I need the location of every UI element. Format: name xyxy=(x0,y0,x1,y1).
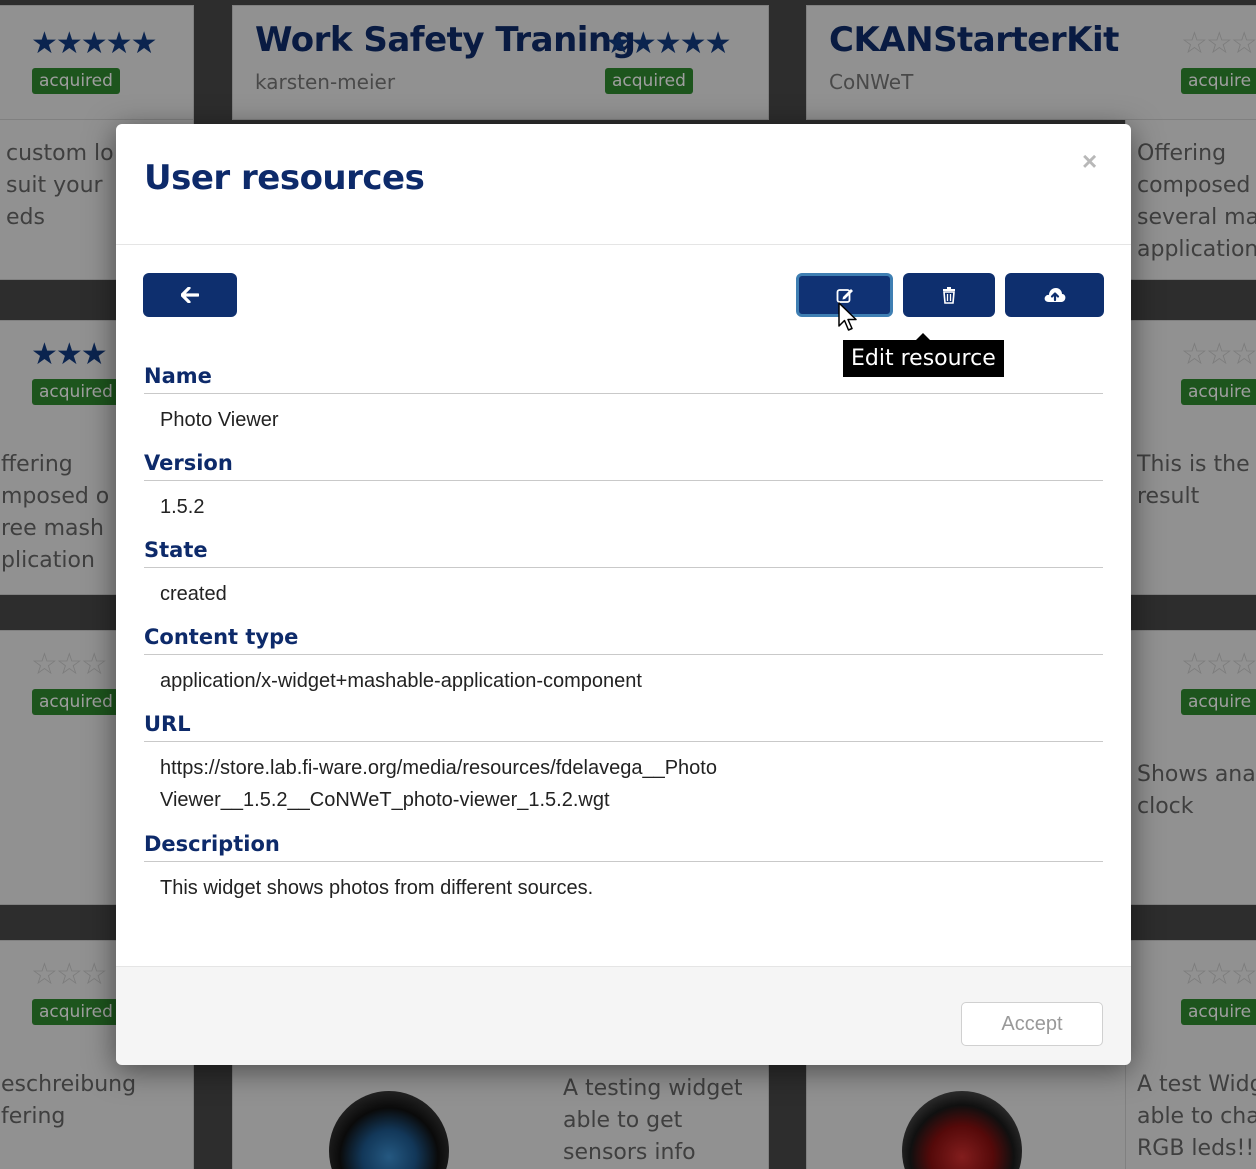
field-value-state: created xyxy=(160,583,227,605)
field-value-description: This widget shows photos from different … xyxy=(160,877,594,899)
user-resources-modal: User resources × Name Photo Viewer Versi… xyxy=(116,124,1131,1065)
arrow-left-icon xyxy=(181,287,199,303)
delete-resource-button[interactable] xyxy=(903,273,995,317)
modal-title: User resources xyxy=(144,158,425,198)
trash-icon xyxy=(943,286,955,304)
field-label-url: URL xyxy=(144,712,1103,742)
accept-button[interactable]: Accept xyxy=(961,1002,1103,1046)
field-label-description: Description xyxy=(144,832,1103,862)
field-value-name: Photo Viewer xyxy=(160,409,279,431)
field-value-url: https://store.lab.fi-ware.org/media/reso… xyxy=(160,757,717,811)
field-label-content-type: Content type xyxy=(144,625,1103,655)
mouse-cursor-icon xyxy=(838,302,857,331)
field-value-version: 1.5.2 xyxy=(160,496,205,518)
field-label-state: State xyxy=(144,538,1103,568)
field-value-content-type: application/x-widget+mashable-applicatio… xyxy=(160,670,642,692)
cloud-upload-icon xyxy=(1044,288,1065,302)
modal-footer: Accept xyxy=(116,966,1131,1065)
edit-resource-tooltip: Edit resource xyxy=(843,333,1004,377)
modal-header: User resources × xyxy=(116,124,1131,245)
field-label-version: Version xyxy=(144,451,1103,481)
back-button[interactable] xyxy=(143,273,237,317)
upload-resource-button[interactable] xyxy=(1005,273,1104,317)
close-icon[interactable]: × xyxy=(1082,146,1097,177)
